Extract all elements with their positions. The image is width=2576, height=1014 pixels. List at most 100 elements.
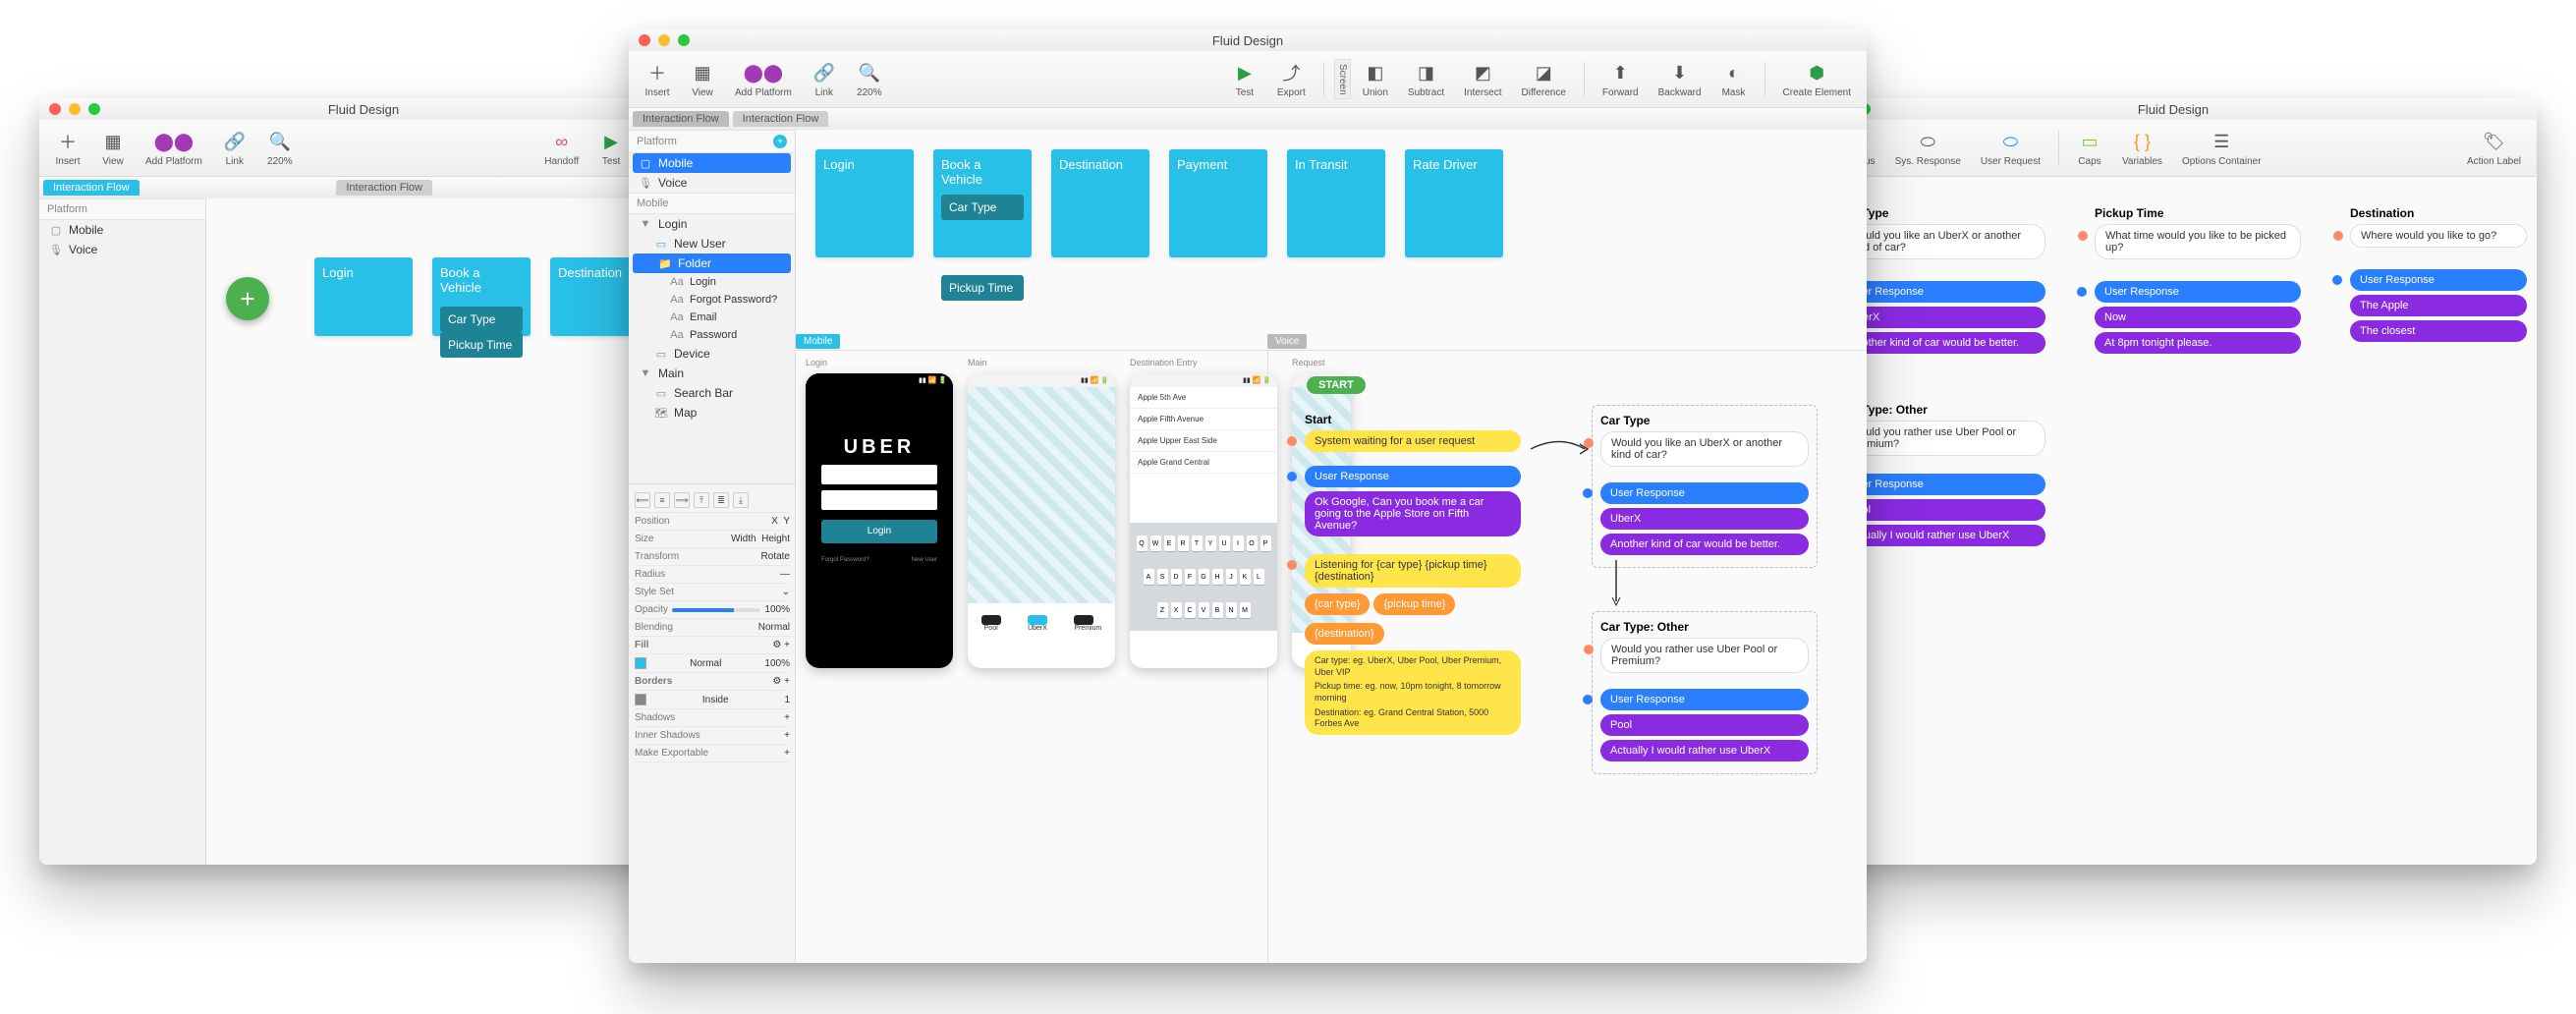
test-button[interactable]: ▶Test — [590, 127, 632, 169]
sys-bubble[interactable]: What time would you like to be picked up… — [2095, 224, 2301, 259]
cap-rather-uberx[interactable]: Actually I would rather use UberX — [1600, 740, 1809, 761]
mock-main[interactable]: ▮▮ 📶 🔋 Pool UberX Premium — [968, 373, 1115, 668]
cap-uberx[interactable]: UberX — [1839, 307, 2045, 328]
add-fab[interactable]: + — [226, 277, 269, 320]
sidebar-item-voice[interactable]: 🎙Voice — [629, 173, 795, 193]
sys-bubble[interactable]: Would you like an UberX or another kind … — [1600, 431, 1809, 467]
subcard-pickup-time[interactable]: Pickup Time — [440, 332, 523, 358]
insp-inner-shadows[interactable]: Inner Shadows+ — [635, 727, 790, 745]
sys-response-button[interactable]: ⬭Sys. Response — [1887, 127, 1969, 169]
link-button[interactable]: 🔗Link — [214, 127, 255, 169]
key-x[interactable]: X — [1171, 602, 1182, 618]
insp-transform[interactable]: TransformRotate — [635, 548, 790, 566]
sys-bubble[interactable]: Would you like an UberX or another kind … — [1839, 224, 2045, 259]
var-pickup-time[interactable]: {pickup time} — [1373, 593, 1455, 615]
key-p[interactable]: P — [1260, 535, 1271, 551]
cap-ok-google[interactable]: Ok Google, Can you book me a car going t… — [1305, 491, 1521, 536]
user-response-bubble[interactable]: User Response — [1600, 689, 1809, 710]
sidebar-item-aa-email[interactable]: AaEmail — [629, 309, 795, 326]
insp-size[interactable]: SizeWidth Height — [635, 531, 790, 548]
user-response-bubble[interactable]: User Response — [2350, 269, 2527, 291]
user-response-bubble[interactable]: User Response — [1839, 281, 2045, 303]
subcard-car-type[interactable]: Car Type — [941, 195, 1024, 220]
sidebar-item-aa-login[interactable]: AaLogin — [629, 273, 795, 291]
new-user-link[interactable]: New User — [912, 557, 937, 563]
key-j[interactable]: J — [1226, 569, 1237, 585]
sys-status-bubble[interactable]: System waiting for a user request — [1305, 430, 1521, 452]
key-r[interactable]: R — [1178, 535, 1189, 551]
sidebar-item-voice[interactable]: 🎙Voice — [39, 240, 205, 259]
key-d[interactable]: D — [1171, 569, 1182, 585]
key-z[interactable]: Z — [1157, 602, 1168, 618]
zoom-icon[interactable] — [678, 34, 690, 46]
keyboard[interactable]: QWERTYUIOP ASDFGHJKL ZXCVBNM — [1130, 523, 1277, 631]
subcard-car-type[interactable]: Car Type — [440, 307, 523, 332]
add-platform-icon[interactable]: + — [773, 135, 787, 148]
key-l[interactable]: L — [1254, 569, 1264, 585]
key-u[interactable]: U — [1219, 535, 1230, 551]
user-response-bubble[interactable]: User Response — [1839, 474, 2045, 495]
union-button[interactable]: ◧Union — [1355, 58, 1396, 100]
sidebar-item-aa-password[interactable]: AaPassword — [629, 326, 795, 344]
insp-shadows[interactable]: Shadows+ — [635, 709, 790, 727]
login-button[interactable]: Login — [821, 520, 937, 543]
search-result[interactable]: Apple Upper East Side — [1130, 430, 1277, 452]
forgot-link[interactable]: Forgot Password? — [821, 557, 869, 563]
cap-the-apple[interactable]: The Apple — [2350, 295, 2527, 316]
mock-destination[interactable]: ▮▮ 📶 🔋 Apple 5th Ave Apple Fifth Avenue … — [1130, 373, 1277, 668]
var-car-type[interactable]: {car type} — [1305, 593, 1370, 615]
align-middle-icon[interactable]: ≣ — [713, 492, 729, 508]
user-response-bubble[interactable]: User Response — [2095, 281, 2301, 303]
key-i[interactable]: I — [1233, 535, 1244, 551]
user-response-bubble[interactable]: User Response — [1305, 466, 1521, 487]
sys-bubble[interactable]: Would you rather use Uber Pool or Premiu… — [1839, 421, 2045, 456]
sidebar-item-mobile[interactable]: ▢Mobile — [39, 220, 205, 240]
forward-button[interactable]: ⬆Forward — [1595, 58, 1647, 100]
test-button[interactable]: ▶Test — [1224, 58, 1265, 100]
sidebar-item-mobile[interactable]: ▢Mobile — [633, 153, 791, 173]
options-container-button[interactable]: ☰Options Container — [2174, 127, 2269, 169]
email-input[interactable] — [821, 465, 937, 484]
key-q[interactable]: Q — [1137, 535, 1148, 551]
user-request-button[interactable]: ⬭User Request — [1973, 127, 2048, 169]
cap-pool[interactable]: Pool — [1839, 499, 2045, 521]
cap-the-closest[interactable]: The closest — [2350, 320, 2527, 342]
key-a[interactable]: A — [1144, 569, 1154, 585]
key-e[interactable]: E — [1164, 535, 1175, 551]
insp-fill-row[interactable]: Normal100% — [635, 654, 790, 673]
key-c[interactable]: C — [1185, 602, 1196, 618]
minimize-icon[interactable] — [658, 34, 670, 46]
key-o[interactable]: O — [1247, 535, 1258, 551]
key-w[interactable]: W — [1150, 535, 1161, 551]
difference-button[interactable]: ◪Difference — [1514, 58, 1574, 100]
cap-rather-uberx[interactable]: Actually I would rather use UberX — [1839, 525, 2045, 546]
mock-login[interactable]: ▮▮ 📶 🔋 UBER Login Forgot Password? New U… — [806, 373, 953, 668]
tab-interaction-flow[interactable]: Interaction Flow — [43, 180, 140, 196]
caps-button[interactable]: ▭Caps — [2069, 127, 2110, 169]
insert-button[interactable]: ＋Insert — [47, 127, 88, 169]
minimize-icon[interactable] — [69, 103, 81, 115]
key-h[interactable]: H — [1212, 569, 1223, 585]
key-s[interactable]: S — [1157, 569, 1168, 585]
zoom-icon[interactable] — [88, 103, 100, 115]
align-left-icon[interactable]: ⟸ — [635, 492, 650, 508]
key-b[interactable]: B — [1212, 602, 1223, 618]
add-platform-button[interactable]: ⬤⬤Add Platform — [727, 58, 800, 100]
insp-radius[interactable]: Radius— — [635, 566, 790, 584]
insp-blending[interactable]: BlendingNormal — [635, 619, 790, 637]
cap-now[interactable]: Now — [2095, 307, 2301, 328]
zoom-button[interactable]: 🔍220% — [849, 58, 890, 100]
subtract-button[interactable]: ◨Subtract — [1400, 58, 1452, 100]
canvas-right[interactable]: Car Type Would you like an UberX or anot… — [1810, 177, 2537, 865]
align-top-icon[interactable]: ⤒ — [694, 492, 709, 508]
vehicle-selector[interactable]: Pool UberX Premium — [968, 603, 1115, 643]
start-pill[interactable]: START — [1307, 375, 1366, 394]
sidebar-item-main-group[interactable]: ▼Main — [629, 364, 795, 383]
intersect-button[interactable]: ◩Intersect — [1456, 58, 1509, 100]
search-result[interactable]: Apple Grand Central — [1130, 452, 1277, 474]
insp-style-set[interactable]: Style Set⌄ — [635, 584, 790, 601]
key-f[interactable]: F — [1185, 569, 1196, 585]
insp-exportable[interactable]: Make Exportable+ — [635, 745, 790, 762]
tab-secondary[interactable]: Interaction Flow — [336, 180, 432, 196]
align-right-icon[interactable]: ⟹ — [674, 492, 690, 508]
